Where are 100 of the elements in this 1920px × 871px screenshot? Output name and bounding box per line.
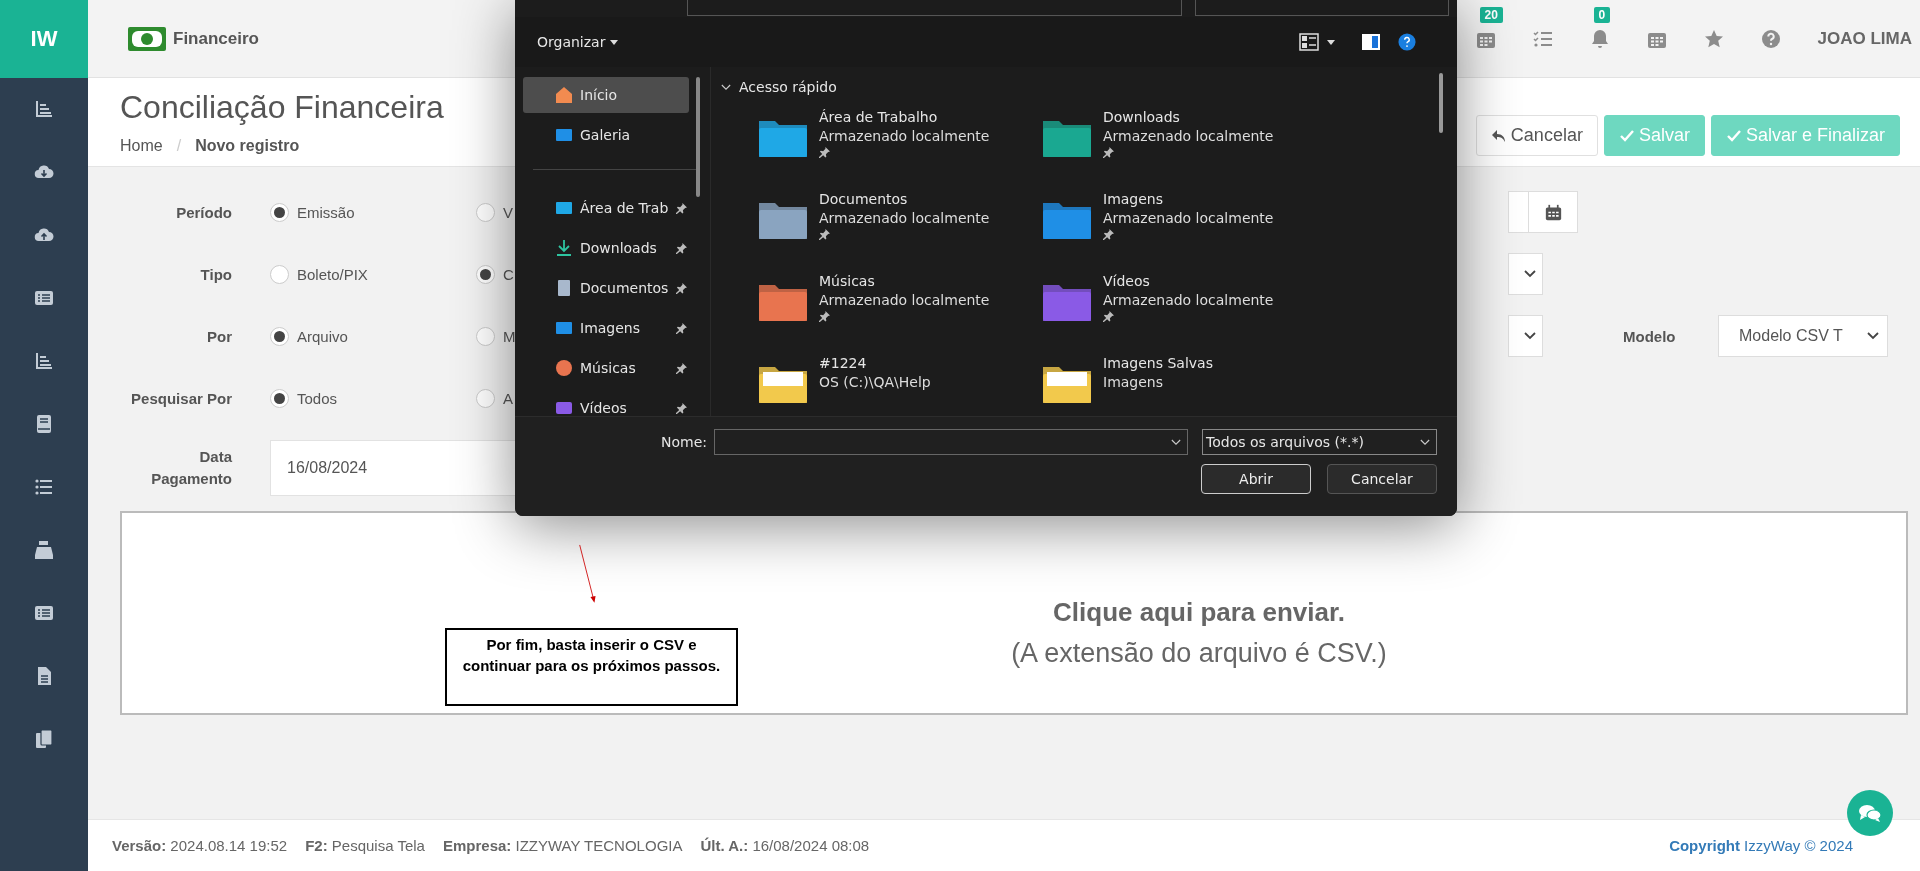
page-title: Conciliação Financeira — [120, 88, 444, 127]
book-icon[interactable] — [34, 414, 54, 434]
nav-item[interactable]: Downloads — [523, 230, 689, 266]
folder-name[interactable]: #1224 — [819, 355, 931, 371]
calendar-button[interactable] — [1528, 191, 1578, 233]
field-label: Pesquisar Por — [130, 389, 232, 407]
radio-button[interactable] — [476, 264, 495, 284]
radio-button[interactable] — [270, 388, 289, 408]
folder-name[interactable]: Imagens — [1103, 191, 1274, 207]
folder-location: Armazenado localmente — [819, 210, 990, 226]
organize-menu[interactable]: Organizar — [537, 34, 619, 50]
nav-item[interactable]: Área de Trab — [523, 190, 689, 226]
radio-label: V — [503, 203, 513, 221]
radio-label: Todos — [297, 389, 338, 407]
chevron-down-icon — [1867, 332, 1879, 340]
footer-info: Versão: 2024.08.14 19:52 — [112, 837, 288, 854]
nav-item[interactable]: Início — [523, 77, 689, 113]
nav-item[interactable]: Músicas — [523, 350, 689, 386]
select-field[interactable] — [1508, 315, 1543, 357]
module-title: Financeiro — [173, 28, 259, 49]
nav-label: Início — [580, 87, 618, 103]
picture-icon — [555, 319, 573, 337]
radio-label: A — [503, 389, 513, 407]
radio-button[interactable] — [270, 264, 289, 284]
file-type-select[interactable]: Todos os arquivos (*.*) — [1202, 429, 1437, 455]
video-icon — [555, 399, 573, 417]
folder-name[interactable]: Imagens Salvas — [1103, 355, 1213, 371]
radio-button[interactable] — [476, 388, 495, 408]
desktop-icon — [555, 199, 573, 217]
cancel-button[interactable]: Cancelar — [1327, 464, 1437, 494]
chevron-down-icon — [721, 83, 731, 91]
list-icon[interactable] — [34, 603, 54, 623]
star-icon[interactable] — [1703, 28, 1724, 49]
nav-item[interactable]: Imagens — [523, 310, 689, 346]
nav-label: Imagens — [580, 320, 640, 336]
breadcrumb-separator: / — [176, 137, 182, 156]
nav-label: Galeria — [580, 127, 631, 143]
chevron-down-icon — [1524, 332, 1536, 340]
folder-location: OS (C:)\QA\Help — [819, 374, 931, 390]
radio-label: C — [503, 265, 514, 283]
list-icon[interactable] — [34, 477, 54, 497]
annotation-note: Por fim, basta inserir o CSV e continuar para os próximos passos. — [445, 628, 738, 706]
model-select[interactable]: Modelo CSV T — [1718, 315, 1888, 357]
date-field[interactable] — [1508, 191, 1529, 233]
folder-location: Imagens — [1103, 374, 1164, 390]
footer-info: F2: Pesquisa Tela — [305, 837, 425, 854]
list-icon[interactable] — [34, 288, 54, 308]
view-icon[interactable] — [1299, 33, 1319, 51]
breadcrumb-link[interactable]: Home — [120, 137, 163, 156]
user-name[interactable]: JOAO LIMA — [1817, 28, 1912, 49]
count-badge: 20 — [1479, 6, 1503, 23]
cash-register-icon[interactable] — [34, 540, 54, 560]
chat-bubbles-icon — [1858, 803, 1882, 823]
folder-location: Armazenado localmente — [1103, 292, 1274, 308]
arrow — [579, 544, 596, 603]
folder-name[interactable]: Vídeos — [1103, 273, 1274, 289]
radio-button[interactable] — [270, 202, 289, 222]
folder-location: Armazenado localmente — [819, 128, 990, 144]
bell-icon[interactable] — [1589, 28, 1610, 49]
nav-item[interactable]: Documentos — [523, 270, 689, 306]
radio-label: M — [503, 327, 516, 345]
cancel-button[interactable]: Cancelar — [1475, 115, 1598, 156]
preview-pane-icon[interactable] — [1361, 33, 1381, 51]
select-field[interactable] — [1508, 253, 1543, 295]
folder-name[interactable]: Área de Trabalho — [819, 109, 990, 125]
upload-hint: (A extensão do arquivo é CSV.) — [1011, 638, 1387, 669]
bar-chart-icon[interactable] — [34, 99, 54, 119]
name-label: Nome: — [661, 434, 707, 450]
folder-location: Armazenado localmente — [1103, 128, 1274, 144]
open-button[interactable]: Abrir — [1201, 464, 1311, 494]
checklist-icon[interactable] — [1532, 28, 1553, 49]
banknote-icon — [127, 25, 167, 52]
folder-location: Armazenado localmente — [819, 292, 990, 308]
field-label: Data Pagamento — [150, 447, 232, 489]
caret-icon — [610, 39, 619, 45]
copy-icon[interactable] — [34, 729, 54, 749]
radio-button[interactable] — [270, 326, 289, 346]
chevron-down-icon — [1524, 270, 1536, 278]
music-note-icon — [555, 359, 573, 377]
field-label: Por — [206, 327, 232, 345]
picture-icon — [555, 126, 573, 144]
radio-button[interactable] — [476, 202, 495, 222]
caret-icon[interactable] — [1327, 39, 1335, 45]
upload-title: Clique aqui para enviar. — [1053, 597, 1345, 628]
folder-name[interactable]: Documentos — [819, 191, 990, 207]
chevron-down-icon — [1420, 438, 1430, 446]
section-header[interactable]: Acesso rápido — [721, 79, 1457, 95]
footer-info: Últ. A.: 16/08/2024 08:08 — [700, 837, 870, 854]
radio-label: Boleto/PIX — [297, 265, 368, 283]
folder-name[interactable]: Downloads — [1103, 109, 1274, 125]
radio-button[interactable] — [476, 326, 495, 346]
nav-label: Downloads — [580, 240, 657, 256]
folder-name[interactable]: Músicas — [819, 273, 990, 289]
nav-item[interactable]: Galeria — [523, 117, 689, 153]
help-icon[interactable] — [1397, 33, 1417, 51]
bar-chart-icon[interactable] — [34, 351, 54, 371]
count-badge: 0 — [1593, 6, 1611, 23]
chevron-down-icon — [1171, 438, 1181, 446]
file-name-field[interactable] — [714, 429, 1188, 455]
nav-item[interactable]: Vídeos — [523, 390, 689, 426]
